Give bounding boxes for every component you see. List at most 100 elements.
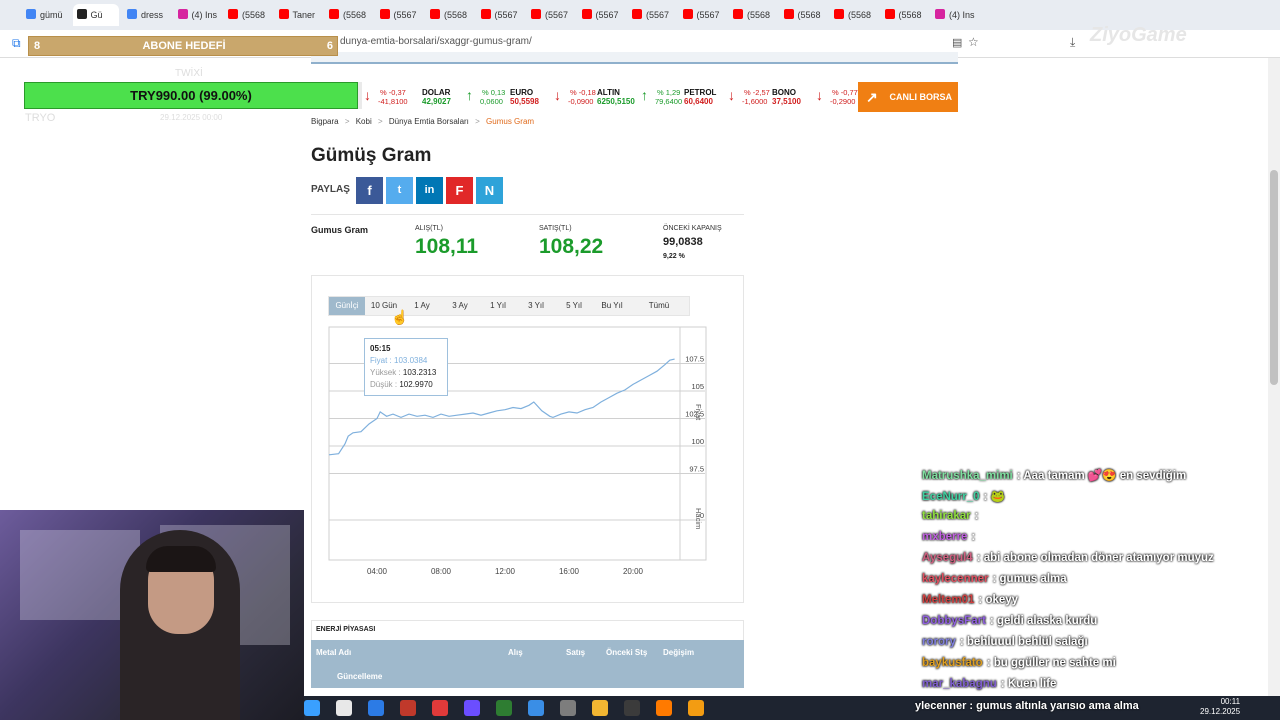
range-tab[interactable]: 1 Ay — [403, 297, 441, 315]
ticker-change: -1,6000 — [742, 97, 768, 106]
col-degisim[interactable]: Değişim — [663, 648, 694, 657]
ticker-item[interactable]: EURO 50,5598 ↓ % -0,18 -0,0900 — [510, 82, 596, 112]
canli-borsa-button[interactable]: ↗ CANLI BORSA — [858, 82, 958, 112]
browser-tab[interactable]: (5568 — [426, 4, 473, 26]
y-tick-label: 97.5 — [689, 465, 704, 474]
tab-favicon-icon — [379, 9, 390, 19]
browser-tab[interactable]: (5568 — [224, 4, 271, 26]
taskbar-app-icon[interactable] — [688, 700, 704, 716]
ticker-item[interactable]: PETROL 60,6400 ↓ % -2,57 -1,6000 — [684, 82, 770, 112]
x-tick-label: 04:00 — [367, 567, 388, 576]
tab-favicon-icon — [228, 9, 238, 19]
bookmark-star-icon[interactable]: ☆ — [968, 35, 979, 49]
chat-username[interactable]: tahirakar — [922, 510, 971, 522]
taskbar-app-icon[interactable] — [592, 700, 608, 716]
breadcrumb-item[interactable]: Dünya Emtia Borsaları — [389, 117, 469, 126]
twitter-share-button[interactable]: t — [386, 177, 413, 204]
col-alis[interactable]: Alış — [508, 648, 523, 657]
chat-username[interactable]: mar_kabagnu — [922, 678, 997, 690]
range-tab[interactable]: Bu Yıl — [593, 297, 631, 315]
col-guncelleme[interactable]: Güncelleme — [337, 672, 382, 681]
ticker-item[interactable]: BONO 37,5100 ↓ % -0,77 -0,2900 — [772, 82, 858, 112]
chat-username[interactable]: kaylecenner — [922, 573, 989, 585]
taskbar-app-icon[interactable] — [528, 700, 544, 716]
scrollbar-thumb[interactable] — [1270, 170, 1278, 385]
ticker-value: 37,5100 — [772, 97, 801, 106]
range-tab[interactable]: Günİçi — [329, 297, 365, 315]
range-tab[interactable]: 3 Yıl — [517, 297, 555, 315]
tab-favicon-icon — [834, 9, 844, 19]
breadcrumb-item[interactable]: Kobi — [356, 117, 372, 126]
browser-tab[interactable]: (5567 — [477, 4, 524, 26]
browser-tab[interactable]: (5568 — [325, 4, 372, 26]
x-tick-label: 16:00 — [559, 567, 580, 576]
taskbar-app-icon[interactable] — [336, 700, 352, 716]
taskbar-app-icon[interactable] — [432, 700, 448, 716]
news-share-button[interactable]: N — [476, 177, 503, 204]
browser-tab[interactable]: (4) Ins — [174, 4, 221, 26]
range-tab[interactable]: 1 Yıl — [479, 297, 517, 315]
browser-tab[interactable]: (5567 — [679, 4, 726, 26]
ticker-percent: % -0,77 — [832, 88, 858, 97]
chat-text: 🐸 — [990, 491, 1005, 503]
chat-username[interactable]: mxberre — [922, 531, 967, 543]
ticker-item[interactable]: DOLAR 42,9027 ↑ % 0,13 0,0600 — [422, 82, 508, 112]
tab-favicon-icon — [733, 9, 743, 19]
browser-tab[interactable]: (5567 — [527, 4, 574, 26]
browser-tab[interactable]: (5567 — [578, 4, 625, 26]
browser-tab[interactable]: (5568 — [780, 4, 827, 26]
ticker-change: 79,6400 — [655, 97, 683, 106]
taskbar-app-icon[interactable] — [656, 700, 672, 716]
arrow-down-icon: ↓ — [728, 87, 735, 103]
chat-username[interactable]: Matrushka_mimi — [922, 470, 1013, 482]
download-icon[interactable]: ⤓ — [1070, 35, 1075, 50]
taskbar-app-icon[interactable] — [496, 700, 512, 716]
facebook-share-button[interactable]: f — [356, 177, 383, 204]
tooltip-fiyat-label: Fiyat : — [370, 356, 392, 365]
chat-message: baykusfato: bu ggüller ne sahte mi — [922, 657, 1116, 669]
browser-tab[interactable]: (5568 — [830, 4, 877, 26]
ticker-name: PETROL — [684, 88, 717, 97]
col-satis[interactable]: Satış — [566, 648, 585, 657]
ticker-item[interactable]: ALTIN 6250,5150 ↑ % 1,29 79,6400 — [597, 82, 683, 112]
tab-actions-icon[interactable]: ⧉ — [12, 36, 21, 51]
taskbar-app-icon[interactable] — [368, 700, 384, 716]
browser-tab[interactable]: Gü — [72, 4, 119, 26]
col-onceki[interactable]: Önceki Stş — [606, 648, 647, 657]
range-tab[interactable]: 3 Ay — [441, 297, 479, 315]
url-text[interactable]: dunya-emtia-borsalari/sxaggr-gumus-gram/ — [340, 36, 532, 47]
stream-watermark: ZiyoGame — [1090, 24, 1187, 46]
browser-tab[interactable]: gümü — [22, 4, 69, 26]
linkedin-share-button[interactable]: in — [416, 177, 443, 204]
chat-username[interactable]: EceNurr_0 — [922, 491, 980, 503]
taskbar-app-icon[interactable] — [304, 700, 320, 716]
flipboard-share-button[interactable]: F — [446, 177, 473, 204]
arrow-down-icon: ↓ — [554, 87, 561, 103]
browser-tab[interactable]: (5567 — [376, 4, 423, 26]
range-tab[interactable]: 5 Yıl — [555, 297, 593, 315]
range-tab[interactable]: Tümü — [631, 297, 687, 315]
browser-tab[interactable]: (5567 — [628, 4, 675, 26]
taskbar-app-icon[interactable] — [624, 700, 640, 716]
chat-username[interactable]: Aysegul4 — [922, 552, 973, 564]
energy-title: ENERJİ PİYASASI — [316, 626, 376, 633]
browser-tab[interactable]: (4) Ins — [931, 4, 978, 26]
chat-username[interactable]: rorory — [922, 636, 956, 648]
browser-tab[interactable]: (5568 — [881, 4, 928, 26]
taskbar-app-icon[interactable] — [560, 700, 576, 716]
ticker-change: 0,0600 — [480, 97, 503, 106]
chat-username[interactable]: baykusfato — [922, 657, 983, 669]
browser-tab[interactable]: Taner — [275, 4, 322, 26]
col-metal[interactable]: Metal Adı — [316, 648, 351, 657]
breadcrumb-item[interactable]: Bigpara — [311, 117, 339, 126]
browser-tab[interactable]: dress — [123, 4, 170, 26]
taskbar-app-icon[interactable] — [464, 700, 480, 716]
chat-username[interactable]: Meltem01 — [922, 594, 974, 606]
taskbar-app-icon[interactable] — [400, 700, 416, 716]
site-nav-strip[interactable] — [311, 52, 958, 64]
reader-mode-icon[interactable]: ▤ — [952, 36, 962, 49]
system-clock[interactable]: 00:11 29.12.2025 — [1200, 697, 1240, 717]
browser-tab[interactable]: (5568 — [729, 4, 776, 26]
chat-text: Kuen life — [1007, 678, 1057, 690]
chat-username[interactable]: DobbysFart — [922, 615, 986, 627]
